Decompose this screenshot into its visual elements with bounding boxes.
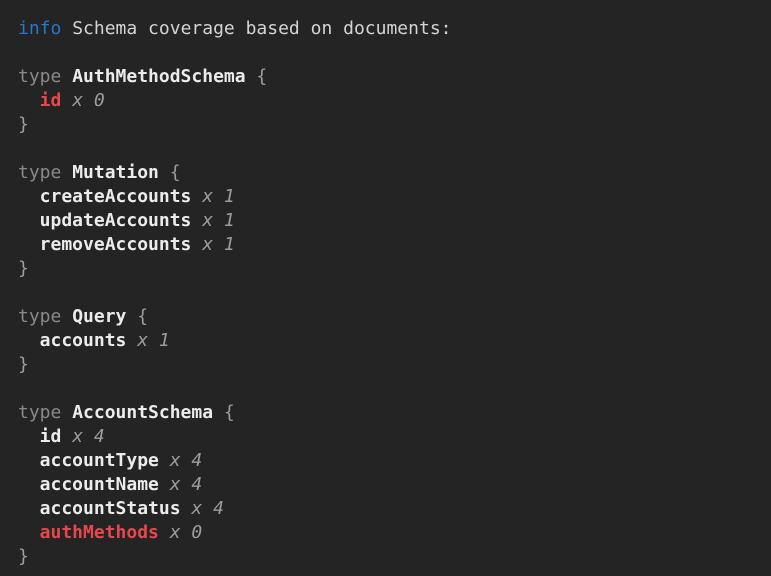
console-line: updateAccounts x 1: [18, 209, 759, 233]
console-line: removeAccounts x 1: [18, 233, 759, 257]
console-line: [18, 137, 759, 161]
field-name: removeAccounts: [18, 234, 191, 255]
field-name: id: [18, 426, 61, 447]
usage-count: x 4: [61, 426, 104, 447]
console-line: }: [18, 113, 759, 137]
type-name: Mutation: [72, 162, 159, 183]
field-name: createAccounts: [18, 186, 191, 207]
usage-count: x 4: [181, 498, 224, 519]
open-brace: {: [126, 306, 148, 327]
close-brace: }: [18, 546, 29, 567]
console-line: info Schema coverage based on documents:: [18, 17, 759, 41]
field-name: updateAccounts: [18, 210, 191, 231]
console-line: authMethods x 0: [18, 521, 759, 545]
console-line: type AuthMethodSchema {: [18, 65, 759, 89]
field-name: accountType: [18, 450, 159, 471]
console-line: }: [18, 353, 759, 377]
console-line: }: [18, 257, 759, 281]
open-brace: {: [213, 402, 235, 423]
open-brace: {: [246, 66, 268, 87]
open-brace: {: [159, 162, 181, 183]
console-line: [18, 377, 759, 401]
console-line: type Mutation {: [18, 161, 759, 185]
usage-count: x 4: [159, 450, 202, 471]
console-line: accountStatus x 4: [18, 497, 759, 521]
close-brace: }: [18, 258, 29, 279]
terminal-output: info Schema coverage based on documents:…: [0, 0, 771, 576]
type-name: AuthMethodSchema: [72, 66, 245, 87]
console-line: accountType x 4: [18, 449, 759, 473]
field-name-uncovered: authMethods: [18, 522, 159, 543]
console-line: [18, 41, 759, 65]
usage-count: x 1: [126, 330, 169, 351]
field-name: accounts: [18, 330, 126, 351]
close-brace: }: [18, 354, 29, 375]
console-line: type Query {: [18, 305, 759, 329]
field-name: accountStatus: [18, 498, 181, 519]
console-line: type AccountSchema {: [18, 401, 759, 425]
keyword-type: type: [18, 162, 72, 183]
usage-count: x 1: [191, 234, 234, 255]
console-line: id x 4: [18, 425, 759, 449]
console-line: accountName x 4: [18, 473, 759, 497]
close-brace: }: [18, 114, 29, 135]
usage-count: x 0: [61, 90, 104, 111]
console-line: id x 0: [18, 89, 759, 113]
type-name: Query: [72, 306, 126, 327]
usage-count: x 1: [191, 210, 234, 231]
keyword-type: type: [18, 66, 72, 87]
usage-count: x 0: [159, 522, 202, 543]
field-name: accountName: [18, 474, 159, 495]
log-level-info: info: [18, 18, 61, 39]
field-name-uncovered: id: [18, 90, 61, 111]
log-message: Schema coverage based on documents:: [61, 18, 451, 39]
console-line: accounts x 1: [18, 329, 759, 353]
type-name: AccountSchema: [72, 402, 213, 423]
usage-count: x 1: [191, 186, 234, 207]
usage-count: x 4: [159, 474, 202, 495]
console-line: [18, 281, 759, 305]
keyword-type: type: [18, 306, 72, 327]
console-line: }: [18, 545, 759, 569]
console-line: createAccounts x 1: [18, 185, 759, 209]
keyword-type: type: [18, 402, 72, 423]
